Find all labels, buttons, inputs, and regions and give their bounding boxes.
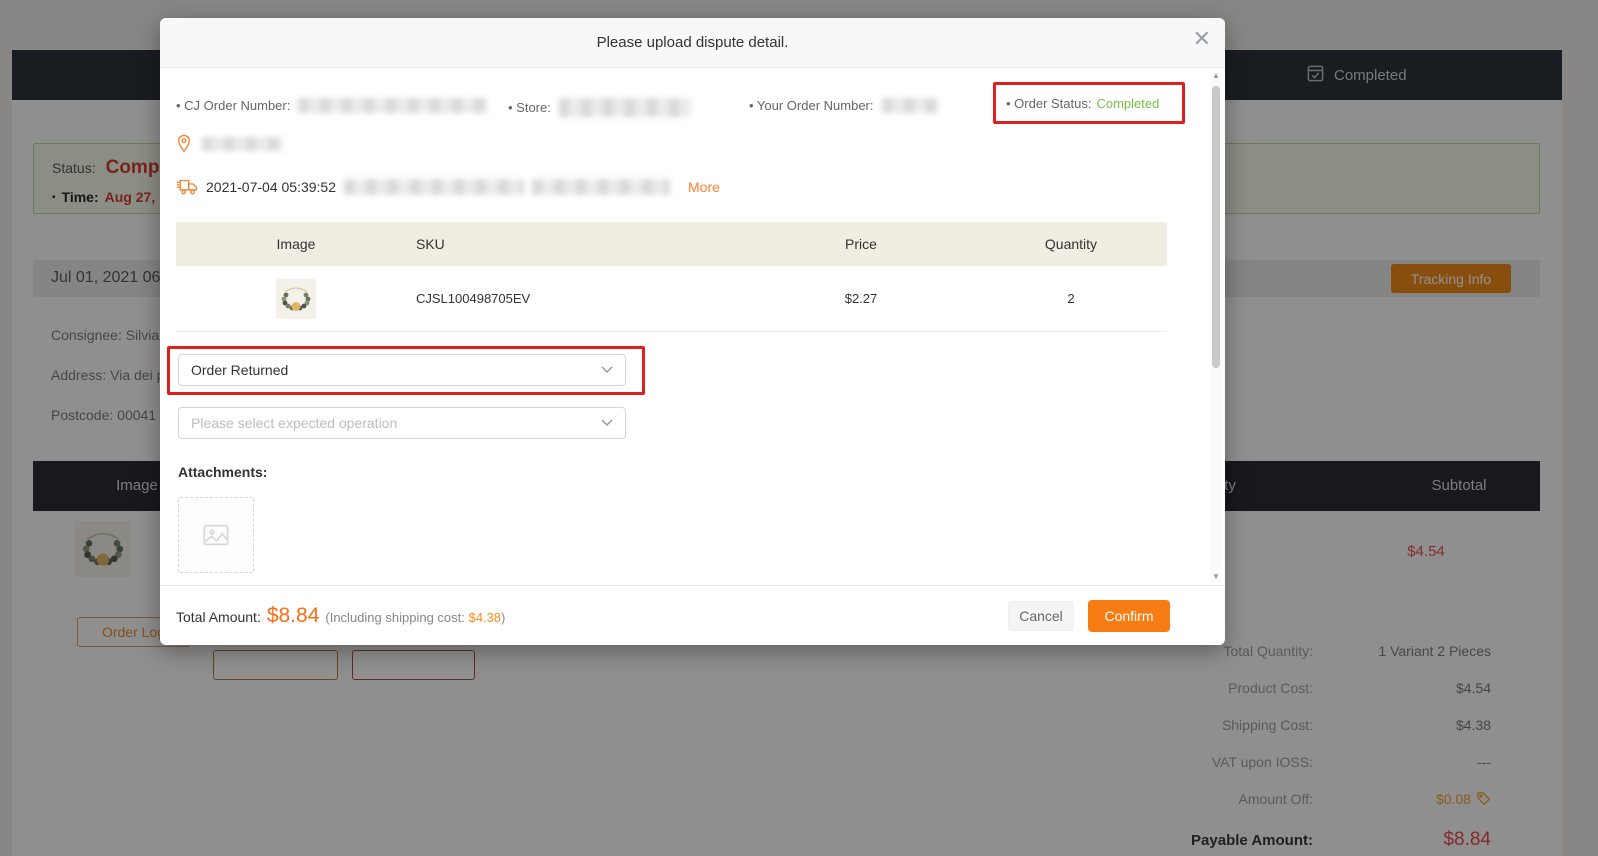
col-image: Image [176, 236, 416, 252]
logistics-datetime: 2021-07-04 05:39:52 [206, 179, 336, 195]
table-row: CJSL100498705EV $2.27 2 [176, 266, 1167, 332]
logistics-row: 2021-07-04 05:39:52 More [176, 178, 720, 195]
cell-price: $2.27 [746, 291, 976, 306]
store-field: • Store: [508, 98, 691, 117]
confirm-button[interactable]: Confirm [1088, 600, 1170, 632]
total-amount-group: Total Amount: $8.84 (Including shipping … [176, 604, 505, 628]
scroll-down-icon[interactable]: ▼ [1210, 571, 1222, 583]
product-thumbnail [276, 279, 316, 319]
modal-scrollbar[interactable]: ▲ ▼ [1210, 70, 1222, 583]
scrollbar-thumb[interactable] [1212, 86, 1220, 368]
col-sku: SKU [416, 236, 746, 252]
expected-operation-select[interactable]: Please select expected operation [178, 407, 626, 439]
cell-sku: CJSL100498705EV [416, 291, 746, 306]
logistics-redacted-1 [344, 179, 524, 195]
scroll-up-icon[interactable]: ▲ [1210, 70, 1222, 82]
cancel-button[interactable]: Cancel [1008, 601, 1074, 631]
total-amount-label: Total Amount: [176, 609, 261, 625]
dispute-detail-modal: Please upload dispute detail. ✕ • CJ Ord… [160, 18, 1225, 645]
location-pin-icon [176, 134, 192, 154]
modal-footer: Total Amount: $8.84 (Including shipping … [160, 585, 1225, 645]
store-redacted [559, 98, 691, 117]
chevron-down-icon [601, 419, 613, 427]
chevron-down-icon [601, 366, 613, 374]
attachment-upload-box[interactable] [178, 497, 254, 573]
cj-order-number-redacted [298, 98, 488, 113]
modal-header: Please upload dispute detail. ✕ [160, 18, 1225, 68]
close-icon[interactable]: ✕ [1193, 28, 1211, 50]
cell-quantity: 2 [976, 291, 1166, 306]
total-amount-value: $8.84 [267, 604, 320, 628]
shipping-cost-value: $4.38 [469, 610, 502, 625]
consignee-row [176, 134, 283, 154]
col-price: Price [746, 236, 976, 252]
order-status-value: Completed [1096, 96, 1159, 111]
truck-icon [176, 178, 198, 195]
dispute-reason-select[interactable]: Order Returned [178, 354, 626, 386]
your-order-number-field: • Your Order Number: [749, 98, 938, 113]
your-order-number-redacted [882, 98, 938, 113]
modal-title: Please upload dispute detail. [160, 18, 1225, 68]
col-quantity: Quantity [976, 236, 1166, 252]
attachments-label: Attachments: [178, 464, 267, 480]
order-status-highlight-box: • Order Status: Completed [993, 82, 1185, 124]
shipping-note: (Including shipping cost: $4.38) [325, 610, 505, 625]
consignee-name-redacted [202, 137, 283, 151]
table-header-row: Image SKU Price Quantity [176, 222, 1167, 266]
image-placeholder-icon [202, 521, 230, 549]
cj-order-number-field: • CJ Order Number: [176, 98, 488, 113]
logistics-redacted-2 [532, 179, 670, 195]
more-link[interactable]: More [688, 179, 720, 195]
order-status-label: • Order Status: [1006, 96, 1091, 111]
dispute-product-table: Image SKU Price Quantity CJSL100498705EV [176, 222, 1167, 332]
